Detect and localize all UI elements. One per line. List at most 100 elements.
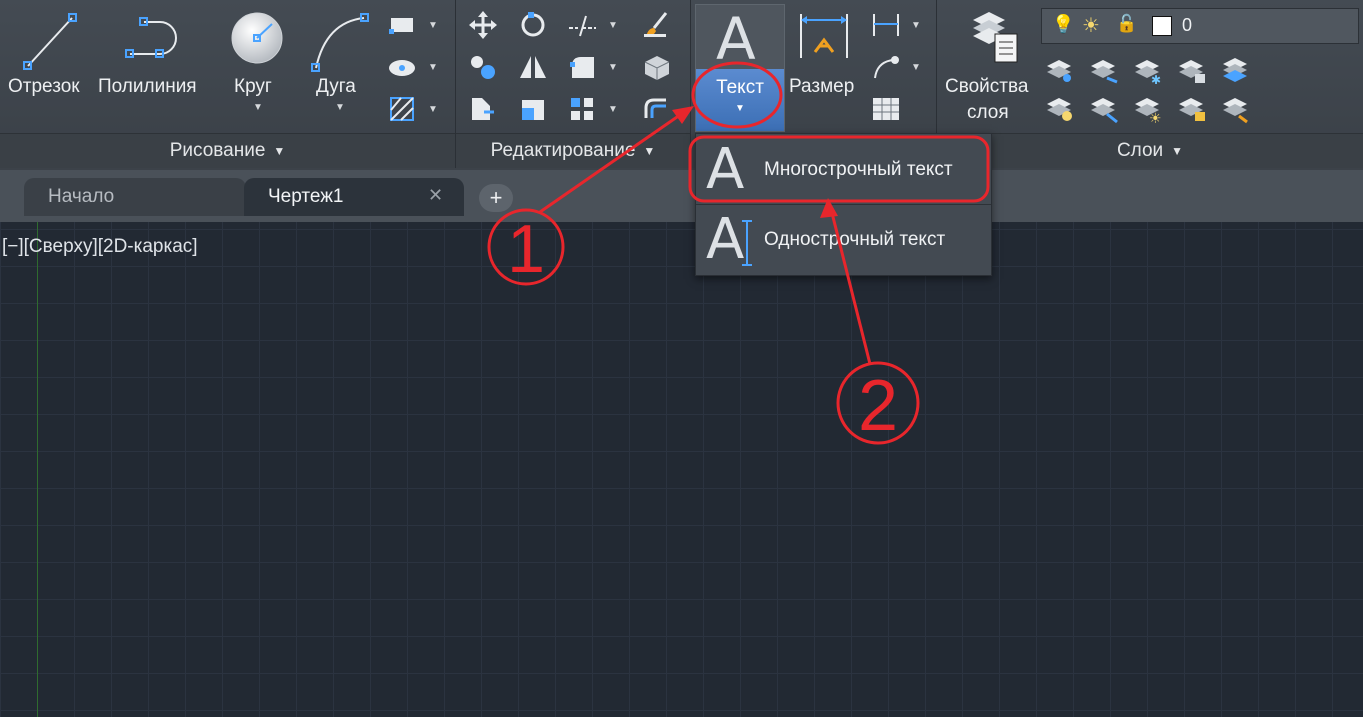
table-button[interactable] [869, 94, 903, 124]
stretch-button[interactable] [466, 94, 500, 124]
layer-dropdown[interactable]: 💡 ☀ 🔓 0 [1041, 8, 1359, 44]
autocad-window: Отрезок Полилиния Круг ▼ Дуга ▼ ▼ ▼ ▼ Ри… [0, 0, 1363, 717]
rectangle-button[interactable] [386, 10, 420, 40]
layer-unlock-button[interactable] [1175, 94, 1209, 124]
stretch-icon [472, 98, 494, 120]
polyline-button[interactable]: Полилиния [98, 8, 212, 108]
ellipse-dropdown-caret[interactable]: ▼ [428, 62, 438, 73]
viewport-controls[interactable]: [−][Сверху][2D-каркас] [2, 236, 198, 258]
ucs-y-axis [37, 222, 38, 717]
table-icon [873, 98, 899, 120]
linear-dim-button[interactable] [869, 10, 903, 40]
layer-lock-icon [1179, 60, 1205, 83]
circle-button[interactable]: Круг ▼ [220, 8, 294, 118]
layers-panel-title: Слои [1116, 140, 1164, 161]
chevron-down-icon: ▼ [735, 103, 745, 114]
linear-dim-dropdown-caret[interactable]: ▼ [911, 20, 921, 31]
text-cursor-icon [742, 220, 752, 266]
close-icon[interactable]: ✕ [428, 185, 443, 206]
layer-lock-button[interactable] [1175, 56, 1209, 86]
layers-panel-footer[interactable]: Слои ▼ [937, 133, 1363, 168]
hatch-pattern-button[interactable] [386, 94, 420, 124]
text-button[interactable]: A Текст ▼ [695, 4, 785, 132]
mirror-button[interactable] [516, 52, 550, 82]
polyline-label: Полилиния [98, 76, 197, 97]
layer-properties-button[interactable]: Свойства слоя [941, 6, 1037, 126]
single-line-text-icon: A [706, 207, 745, 272]
arc-button[interactable]: Дуга ▼ [302, 8, 382, 118]
polyline-icon [125, 17, 177, 58]
array-dropdown-caret[interactable]: ▼ [608, 104, 618, 115]
layer-on-button[interactable] [1043, 94, 1077, 124]
layer-thaw-button[interactable]: ☀ [1131, 94, 1165, 126]
draw-panel-title: Рисование [169, 140, 266, 161]
text-split-dropdown[interactable]: Текст ▼ [696, 69, 784, 131]
chevron-down-icon: ▼ [273, 144, 286, 158]
fillet-dropdown-caret[interactable]: ▼ [608, 62, 618, 73]
layer-match-button[interactable] [1087, 56, 1121, 86]
svg-text:☀: ☀ [1149, 110, 1162, 124]
move-icon [469, 11, 497, 39]
dimension-icon [800, 14, 848, 58]
array-button[interactable] [566, 94, 600, 124]
hatch-dropdown-caret[interactable]: ▼ [428, 104, 438, 115]
scale-icon [522, 100, 544, 120]
mtext-icon: A [706, 137, 745, 202]
sun-icon: ☀ [1082, 15, 1100, 37]
leader-button[interactable] [869, 52, 903, 82]
ribbon: Отрезок Полилиния Круг ▼ Дуга ▼ ▼ ▼ ▼ Ри… [0, 0, 1363, 170]
circle-dropdown-caret[interactable]: ▼ [253, 102, 263, 113]
trim-dropdown-caret[interactable]: ▼ [608, 20, 618, 31]
single-line-text-item[interactable]: A Однострочный текст [696, 207, 991, 273]
explode-button[interactable] [640, 52, 674, 82]
tab-drawing1[interactable]: Чертеж1 ✕ [244, 178, 464, 216]
erase-button[interactable] [640, 10, 674, 40]
modify-panel: ▼ ▼ ▼ Редактирование ▼ [456, 0, 691, 168]
mtext-item[interactable]: A Многострочный текст [696, 137, 991, 203]
dimension-label: Размер [789, 76, 855, 97]
trim-button[interactable] [566, 10, 600, 40]
linear-dimension-icon [873, 14, 899, 36]
layer-copy-icon [1223, 58, 1247, 82]
move-button[interactable] [466, 10, 500, 40]
fillet-button[interactable] [566, 52, 600, 82]
rectangle-dropdown-caret[interactable]: ▼ [428, 20, 438, 31]
draw-panel-footer[interactable]: Рисование ▼ [0, 133, 455, 168]
layer-freeze-icon: ✱ [1135, 60, 1161, 87]
circle-label: Круг [234, 76, 272, 97]
brush-icon [644, 12, 668, 37]
scale-button[interactable] [516, 94, 550, 124]
layer-merge-button[interactable] [1219, 94, 1253, 124]
text-label: Текст [716, 77, 764, 98]
layer-unlock-icon [1179, 98, 1205, 121]
modify-panel-footer[interactable]: Редактирование ▼ [456, 133, 690, 168]
offset-button[interactable] [640, 94, 674, 124]
layer-stack-icon [973, 12, 1018, 63]
rotate-button[interactable] [516, 10, 550, 40]
copy-icon [471, 56, 495, 79]
arc-label: Дуга [316, 76, 356, 97]
line-button[interactable]: Отрезок [6, 8, 92, 108]
rectangle-icon [389, 18, 413, 34]
mtext-label: Многострочный текст [764, 159, 953, 180]
layer-freeze-button[interactable]: ✱ [1131, 56, 1165, 87]
layer-isolate-button[interactable] [1043, 56, 1077, 86]
drawing-canvas[interactable]: [−][Сверху][2D-каркас] [0, 222, 1363, 717]
dimension-button[interactable]: Размер [789, 6, 861, 106]
layer-walk-button[interactable] [1087, 94, 1121, 124]
tab-drawing1-label: Чертеж1 [268, 186, 344, 207]
hatch-button[interactable] [386, 52, 420, 82]
layer-merge-icon [1223, 98, 1248, 124]
layer-copy-button[interactable] [1219, 56, 1253, 86]
copy-button[interactable] [466, 52, 500, 82]
leader-dropdown-caret[interactable]: ▼ [911, 62, 921, 73]
offset-icon [644, 98, 666, 118]
text-dropdown-menu: A Многострочный текст A Однострочный тек… [695, 133, 992, 276]
fillet-icon [570, 57, 594, 78]
lightbulb-icon: 💡 [1052, 14, 1075, 34]
tab-start[interactable]: Начало [24, 178, 246, 216]
array-icon [571, 98, 593, 120]
new-tab-button[interactable]: + [479, 184, 513, 212]
arc-dropdown-caret[interactable]: ▼ [335, 102, 345, 113]
circle-icon [231, 12, 283, 64]
